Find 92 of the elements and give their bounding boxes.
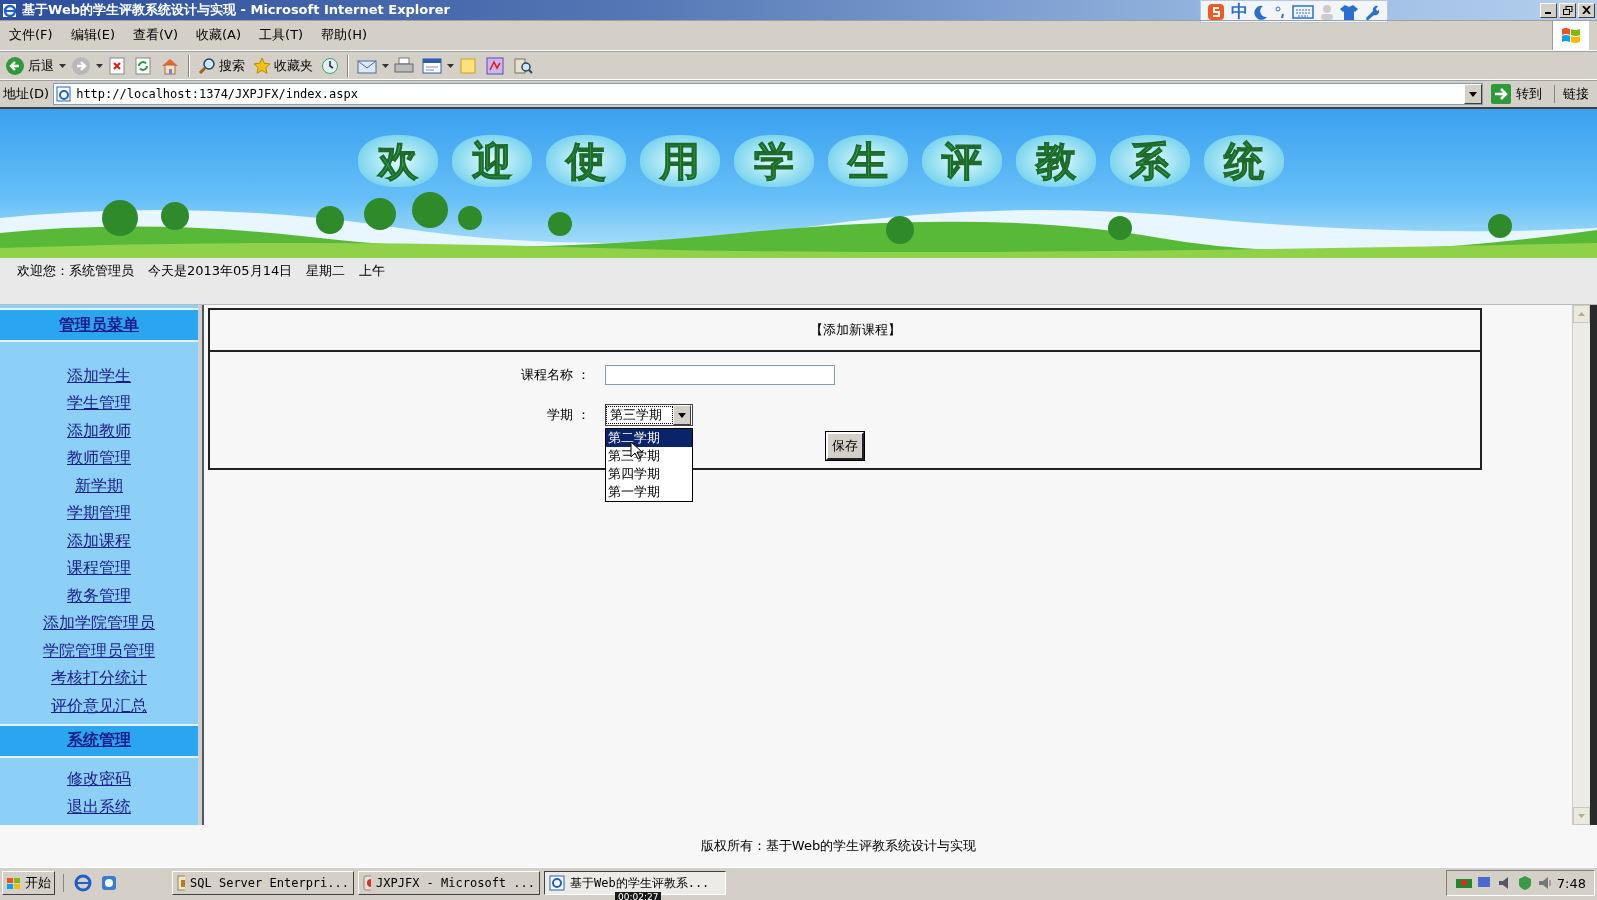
- search-button[interactable]: 搜索: [195, 54, 248, 77]
- menu-link[interactable]: 考核打分统计: [51, 668, 147, 689]
- desktop-icon[interactable]: [100, 874, 118, 892]
- menu-link[interactable]: 教务管理: [67, 585, 131, 607]
- caret-icon[interactable]: [447, 61, 454, 70]
- menu-link[interactable]: 退出系统: [67, 796, 131, 818]
- windows-logo-icon: [6, 876, 22, 890]
- shirt-icon[interactable]: [1340, 3, 1358, 20]
- caret-icon[interactable]: [96, 61, 103, 70]
- app-icon: [177, 875, 186, 891]
- moon-icon[interactable]: [1254, 3, 1268, 20]
- window-title: 基于Web的学生评教系统设计与实现 - Microsoft Internet Explorer: [22, 1, 450, 19]
- browser-logo-icon: [2, 2, 18, 18]
- dropdown-button[interactable]: [1464, 84, 1482, 104]
- menu-link[interactable]: 添加课程: [67, 530, 131, 552]
- menu-link[interactable]: 新学期: [75, 475, 123, 497]
- start-button[interactable]: 开始: [2, 871, 55, 895]
- form-title: 【添加新课程】: [210, 310, 1480, 352]
- caret-icon[interactable]: [59, 61, 66, 70]
- close-button[interactable]: [1578, 2, 1595, 18]
- address-label: 地址(D): [3, 85, 50, 103]
- dropdown-button[interactable]: [673, 405, 691, 425]
- menu-link[interactable]: 课程管理: [67, 558, 131, 579]
- copyright-text: 版权所有：基于Web的学生评教系统设计与实现: [700, 837, 977, 855]
- dropdown-option[interactable]: 第一学期: [606, 483, 692, 501]
- stop-icon[interactable]: [108, 56, 126, 75]
- caret-icon: [1469, 91, 1477, 97]
- discussion-icon[interactable]: [485, 56, 505, 75]
- welcome-text: 今天是2013年05月14日: [148, 262, 293, 280]
- app-icon: [363, 875, 372, 891]
- close-icon: [1582, 6, 1591, 14]
- search-icon[interactable]: [198, 56, 216, 75]
- menu-link[interactable]: 学院管理员管理: [43, 640, 155, 662]
- links-button[interactable]: 链接: [1554, 85, 1597, 103]
- restore-button[interactable]: [1559, 2, 1576, 18]
- menu-link[interactable]: 添加学生: [67, 365, 131, 387]
- menu-link[interactable]: 教师管理: [67, 448, 131, 469]
- field-label: 学期 ：: [546, 406, 590, 424]
- star-icon[interactable]: [253, 56, 271, 75]
- menu-item[interactable]: 工具(T): [250, 26, 313, 44]
- wrench-icon[interactable]: [1364, 3, 1380, 20]
- welcome-text: 星期二: [306, 262, 346, 280]
- section-link[interactable]: 系统管理: [67, 730, 131, 752]
- arrow-icon: [1491, 84, 1511, 104]
- favorites-button[interactable]: 收藏夹: [250, 54, 316, 77]
- research-icon[interactable]: [513, 56, 533, 75]
- printer-icon[interactable]: [394, 56, 414, 75]
- recording-timer: 00:02:27: [615, 892, 662, 900]
- menu-item[interactable]: 编辑(E): [61, 26, 124, 44]
- welcome-text: 上午: [359, 262, 386, 280]
- menu-item[interactable]: 文件(F): [0, 26, 62, 44]
- menu-link[interactable]: 添加教师: [67, 420, 131, 442]
- clock: 7:48: [1556, 875, 1586, 891]
- back-button[interactable]: 后退: [2, 53, 57, 78]
- field-label: 课程名称 ：: [520, 366, 590, 384]
- volume-icon[interactable]: [1536, 875, 1553, 891]
- section-link[interactable]: 管理员菜单: [59, 314, 139, 336]
- menu-link[interactable]: 添加学院管理员: [43, 613, 155, 634]
- dropdown-option[interactable]: 第二学期: [606, 429, 692, 447]
- menu-item[interactable]: 查看(V): [124, 26, 188, 44]
- banner-title: 欢迎使用学生评教系统: [358, 135, 1284, 187]
- address-field[interactable]: http://localhost:1374/JXPJFX/index.aspx: [53, 83, 1483, 105]
- go-button[interactable]: 转到: [1487, 83, 1550, 105]
- punctuation-icon[interactable]: [1274, 3, 1286, 20]
- menu-item[interactable]: 收藏(A): [187, 26, 251, 44]
- ime-logo-icon[interactable]: [1207, 2, 1225, 21]
- home-icon[interactable]: [160, 56, 180, 75]
- menu-link[interactable]: 学生管理: [67, 393, 131, 414]
- minimize-button[interactable]: [1540, 2, 1557, 18]
- taskbar-button[interactable]: SQL Server Enterpri...: [172, 871, 354, 895]
- menu-link[interactable]: 修改密码: [67, 769, 131, 791]
- clock-icon[interactable]: [321, 56, 339, 75]
- envelope-icon[interactable]: [357, 57, 377, 74]
- welcome-text: 欢迎您：系统管理员: [17, 262, 134, 280]
- page-icon: [56, 86, 73, 102]
- menu-link[interactable]: 评价意见汇总: [51, 695, 147, 717]
- keyboard-icon[interactable]: [1292, 4, 1314, 19]
- browser-launch-icon[interactable]: [74, 874, 92, 892]
- document-edit-icon[interactable]: [422, 56, 442, 75]
- course-name-field[interactable]: [605, 365, 835, 385]
- save-button[interactable]: 保存: [826, 432, 864, 460]
- menu-item[interactable]: 帮助(H): [312, 26, 377, 44]
- dropdown-option[interactable]: 第四学期: [606, 465, 692, 483]
- ime-mode-toggle[interactable]: 中: [1231, 0, 1248, 23]
- caret-icon[interactable]: [382, 61, 389, 70]
- restore-icon: [1562, 5, 1573, 15]
- caret-icon: [678, 412, 686, 418]
- app-icon: [549, 875, 565, 891]
- refresh-icon[interactable]: [134, 56, 152, 75]
- taskbar-button[interactable]: JXPJFX - Microsoft ...: [358, 871, 540, 895]
- shield-icon[interactable]: [1516, 875, 1533, 891]
- menu-link[interactable]: 学期管理: [67, 503, 131, 524]
